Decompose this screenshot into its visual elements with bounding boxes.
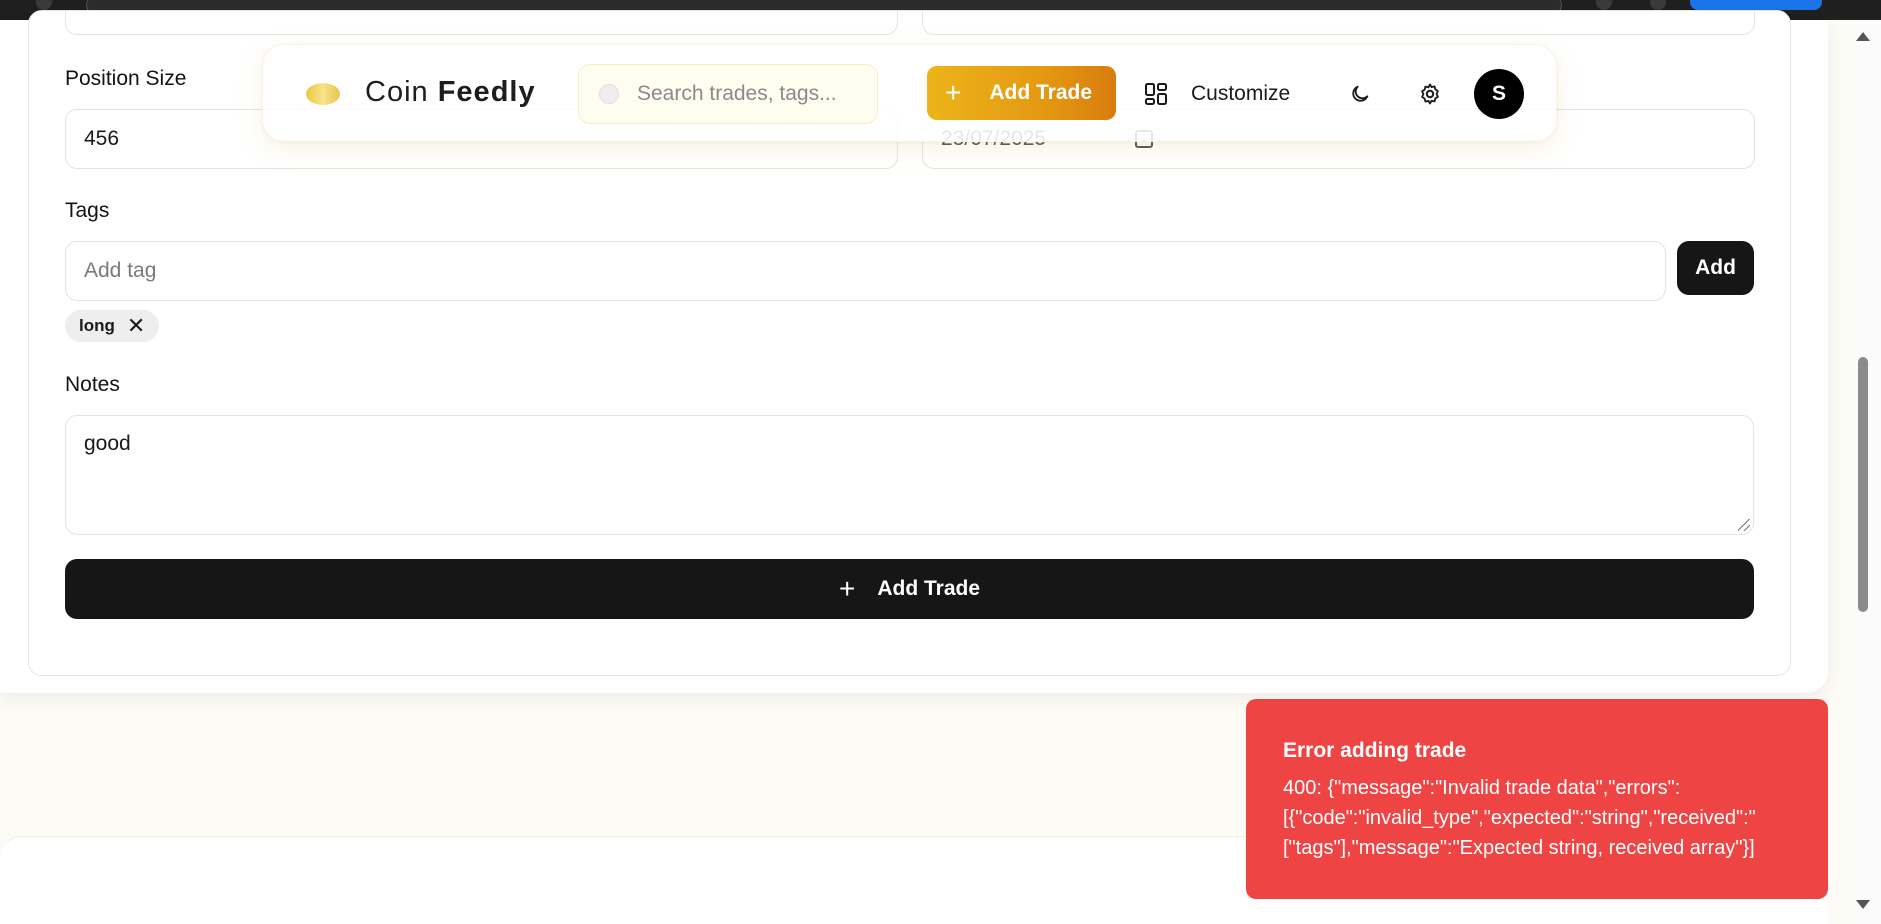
- coin-logo-icon: [306, 83, 340, 105]
- toast-line-2: [{"code":"invalid_type","expected":"stri…: [1283, 807, 1756, 829]
- browser-menu-icon[interactable]: [1650, 0, 1666, 10]
- notes-textarea[interactable]: good: [65, 415, 1754, 535]
- moon-icon: [1352, 85, 1369, 102]
- search-placeholder: Search trades, tags...: [637, 82, 837, 105]
- remove-tag-icon[interactable]: ✕: [127, 315, 145, 337]
- error-toast[interactable]: Error adding trade 400: {"message":"Inva…: [1246, 699, 1828, 899]
- tag-input[interactable]: Add tag: [65, 241, 1666, 301]
- notes-value: good: [84, 432, 131, 455]
- page-scrollbar[interactable]: [1853, 20, 1881, 924]
- dashboard-grid-icon: [1145, 83, 1167, 105]
- search-icon: [599, 84, 619, 104]
- browser-back-icon[interactable]: [36, 0, 52, 10]
- scroll-thumb[interactable]: [1858, 357, 1868, 612]
- logo-word-coin: Coin: [365, 76, 429, 108]
- app-logo-text[interactable]: Coin Feedly: [365, 76, 536, 109]
- previous-field-left[interactable]: [65, 11, 898, 35]
- browser-profile-button[interactable]: [1690, 0, 1822, 10]
- add-tag-button[interactable]: Add: [1677, 241, 1754, 295]
- gear-icon: [1421, 83, 1439, 105]
- scroll-up-icon[interactable]: [1856, 32, 1870, 41]
- user-avatar[interactable]: S: [1474, 69, 1524, 119]
- tags-label: Tags: [65, 199, 110, 222]
- scroll-down-icon[interactable]: [1856, 900, 1870, 909]
- toast-line-1: 400: {"message":"Invalid trade data","er…: [1283, 777, 1681, 799]
- customize-label: Customize: [1191, 82, 1291, 105]
- customize-button[interactable]: Customize: [1145, 67, 1290, 121]
- nav-add-trade-button[interactable]: + Add Trade: [927, 66, 1116, 120]
- tag-chip-label: long: [79, 316, 115, 335]
- toast-title: Error adding trade: [1283, 739, 1467, 762]
- plus-icon: +: [945, 77, 962, 108]
- submit-add-trade-button[interactable]: + Add Trade: [65, 559, 1754, 619]
- theme-toggle-button[interactable]: [1338, 72, 1382, 116]
- settings-button[interactable]: [1408, 72, 1452, 116]
- plus-icon: +: [838, 573, 856, 604]
- previous-field-right[interactable]: [922, 11, 1755, 35]
- toast-line-3: ["tags"],"message":"Expected string, rec…: [1283, 837, 1755, 859]
- top-navbar: Coin Feedly Search trades, tags... + Add…: [262, 44, 1557, 142]
- submit-label: Add Trade: [877, 577, 981, 600]
- position-size-label: Position Size: [65, 67, 187, 90]
- logo-word-feedly: Feedly: [437, 76, 536, 108]
- notes-label: Notes: [65, 373, 120, 396]
- browser-extension-icon[interactable]: [1596, 0, 1612, 10]
- search-box[interactable]: Search trades, tags...: [578, 64, 878, 124]
- resize-handle-icon[interactable]: [1738, 519, 1750, 531]
- nav-add-trade-label: Add Trade: [989, 81, 1093, 104]
- tag-chip-long: long ✕: [65, 310, 160, 342]
